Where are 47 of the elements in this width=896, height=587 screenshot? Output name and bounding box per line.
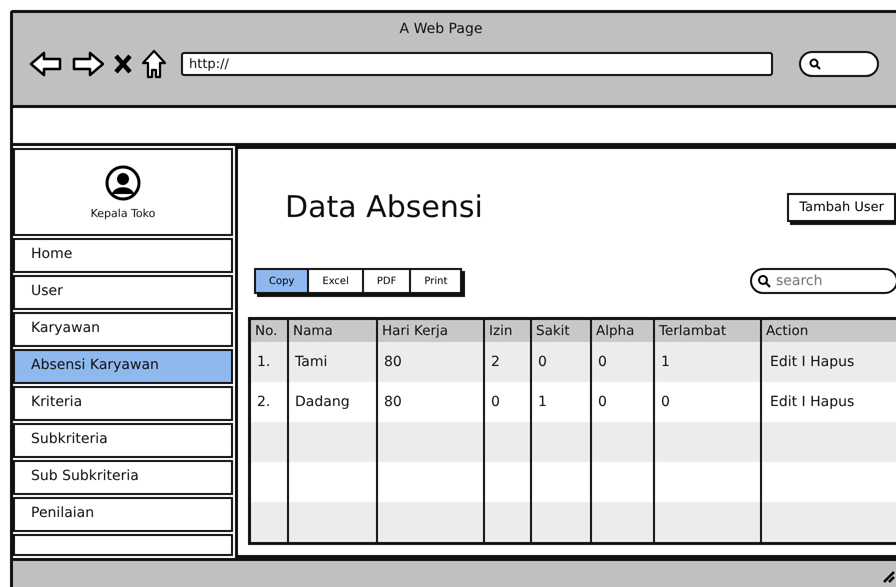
column-header: Alpha xyxy=(596,323,634,339)
sidebar-item[interactable]: Subkriteria xyxy=(13,423,233,458)
table-cell: Tami xyxy=(295,354,328,370)
sidebar-item[interactable]: Penilaian xyxy=(13,497,233,532)
table-cell: 0 xyxy=(661,394,670,410)
export-button[interactable]: Copy xyxy=(256,270,310,292)
close-icon[interactable] xyxy=(113,52,133,76)
action-links[interactable]: Edit I Hapus xyxy=(770,394,854,410)
table-cell: 1. xyxy=(257,354,270,370)
search-field[interactable]: search xyxy=(750,268,896,294)
sidebar-item[interactable]: Home xyxy=(13,238,233,273)
table-cell: 0 xyxy=(598,354,607,370)
back-arrow-icon[interactable] xyxy=(29,50,63,78)
table-cell: 0 xyxy=(598,394,607,410)
sidebar-item[interactable]: User xyxy=(13,275,233,310)
action-links[interactable]: Edit I Hapus xyxy=(770,354,854,370)
table-cell: 2 xyxy=(491,354,500,370)
table-cell: 2. xyxy=(257,394,270,410)
column-header: Nama xyxy=(293,323,333,339)
forward-arrow-icon[interactable] xyxy=(71,50,105,78)
address-field[interactable]: http:// xyxy=(181,52,773,76)
table-cell: Dadang xyxy=(295,394,350,410)
search-icon xyxy=(757,274,771,288)
home-icon[interactable] xyxy=(141,49,167,79)
column-header: Action xyxy=(766,323,808,339)
table-cell: 0 xyxy=(538,354,547,370)
column-header: Sakit xyxy=(536,323,570,339)
sidebar-item[interactable]: Sub Subkriteria xyxy=(13,460,233,495)
column-header: No. xyxy=(255,323,278,339)
search-icon xyxy=(809,58,821,70)
table-cell: 1 xyxy=(661,354,670,370)
table-cell: 80 xyxy=(384,354,402,370)
sidebar-item[interactable]: Karyawan xyxy=(13,312,233,347)
column-header: Terlambat xyxy=(659,323,726,339)
table-cell: 1 xyxy=(538,394,547,410)
sidebar-item[interactable]: Kriteria xyxy=(13,386,233,421)
avatar-icon xyxy=(105,164,141,200)
table-cell: 80 xyxy=(384,394,402,410)
column-header: Hari Kerja xyxy=(382,323,448,339)
sidebar-item[interactable]: Absensi Karyawan xyxy=(13,349,233,384)
window-title: A Web Page xyxy=(398,20,484,37)
profile-name: Kepala Toko xyxy=(90,206,156,220)
resize-grip-icon xyxy=(881,569,895,583)
page-title: Data Absensi xyxy=(285,190,483,224)
search-field[interactable] xyxy=(799,51,879,77)
table-cell: 0 xyxy=(491,394,500,410)
column-header: Izin xyxy=(489,323,512,339)
